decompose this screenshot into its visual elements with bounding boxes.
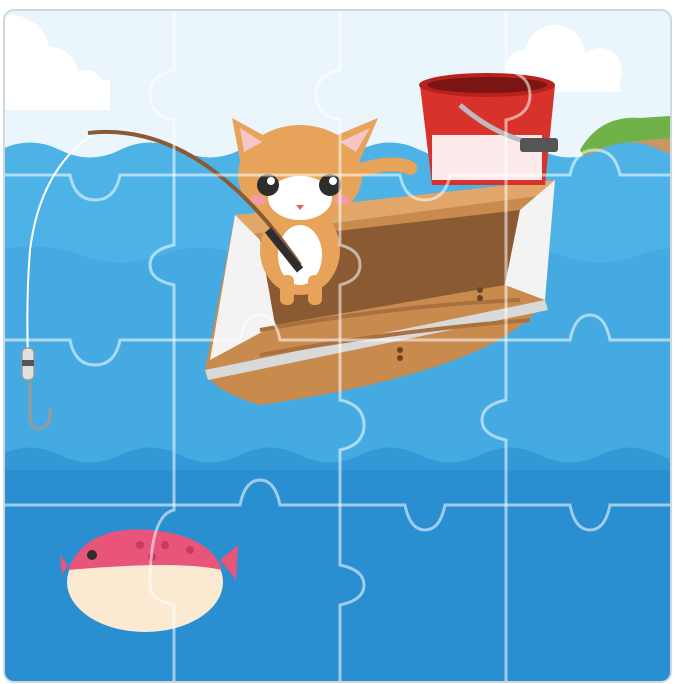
puzzle-piece[interactable] (174, 10, 340, 175)
puzzle-piece[interactable] (506, 505, 671, 682)
puzzle-piece[interactable] (340, 505, 506, 682)
puzzle-piece[interactable] (340, 10, 506, 175)
puzzle-piece[interactable] (506, 340, 671, 505)
puzzle-piece[interactable] (4, 340, 174, 505)
puzzle-piece[interactable] (506, 175, 671, 340)
puzzle-piece[interactable] (174, 505, 340, 682)
puzzle-piece[interactable] (340, 175, 506, 340)
puzzle-piece[interactable] (174, 340, 340, 505)
puzzle-piece[interactable] (4, 175, 174, 340)
jigsaw-board[interactable] (0, 0, 683, 684)
puzzle-piece[interactable] (4, 10, 174, 175)
puzzle-piece[interactable] (506, 10, 671, 175)
puzzle-piece[interactable] (340, 340, 506, 505)
puzzle-pieces[interactable] (4, 10, 671, 682)
puzzle-piece[interactable] (4, 505, 174, 682)
puzzle-piece[interactable] (174, 175, 340, 340)
